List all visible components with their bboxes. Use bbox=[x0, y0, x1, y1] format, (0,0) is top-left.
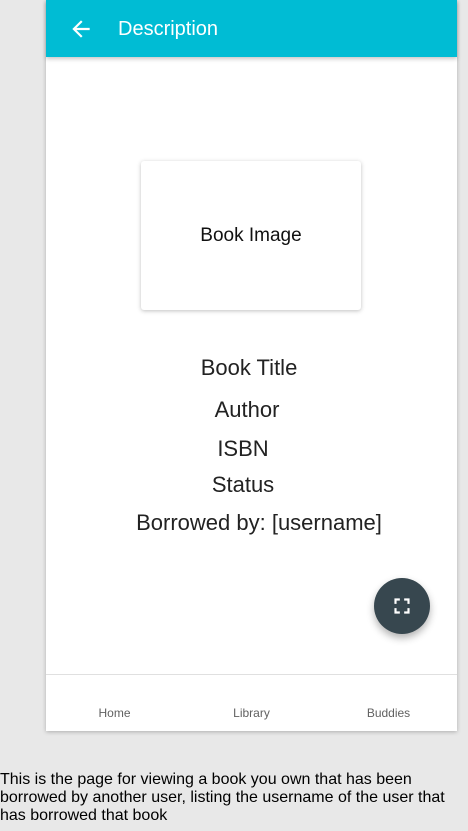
page-title: Description bbox=[118, 18, 219, 40]
nav-item-buddies[interactable]: Buddies bbox=[320, 675, 457, 731]
nav-item-label: Library bbox=[233, 706, 270, 720]
fullscreen-icon bbox=[394, 598, 410, 614]
nav-item-label: Home bbox=[98, 706, 131, 720]
back-button[interactable] bbox=[68, 16, 94, 42]
book-author: Author bbox=[214, 397, 280, 422]
nav-item-home[interactable]: Home bbox=[46, 675, 183, 731]
book-image-label: Book Image bbox=[200, 224, 302, 246]
book-status: Status bbox=[211, 472, 275, 497]
fullscreen-button[interactable] bbox=[374, 578, 430, 634]
bottom-nav: Home Library Buddies bbox=[46, 675, 457, 731]
app-bar: Description bbox=[46, 0, 457, 57]
nav-item-library[interactable]: Library bbox=[183, 675, 320, 731]
nav-item-label: Buddies bbox=[366, 706, 411, 720]
borrowed-by-label: Borrowed by: [username] bbox=[136, 510, 382, 535]
book-title: Book Title bbox=[200, 355, 298, 380]
arrow-left-icon bbox=[72, 20, 90, 38]
screen-caption: This is the page for viewing a book you … bbox=[0, 771, 445, 824]
phone-screen: Description Book Image Book Title Author… bbox=[46, 0, 457, 731]
book-image-card: Book Image bbox=[141, 161, 361, 310]
book-isbn: ISBN bbox=[217, 436, 269, 461]
